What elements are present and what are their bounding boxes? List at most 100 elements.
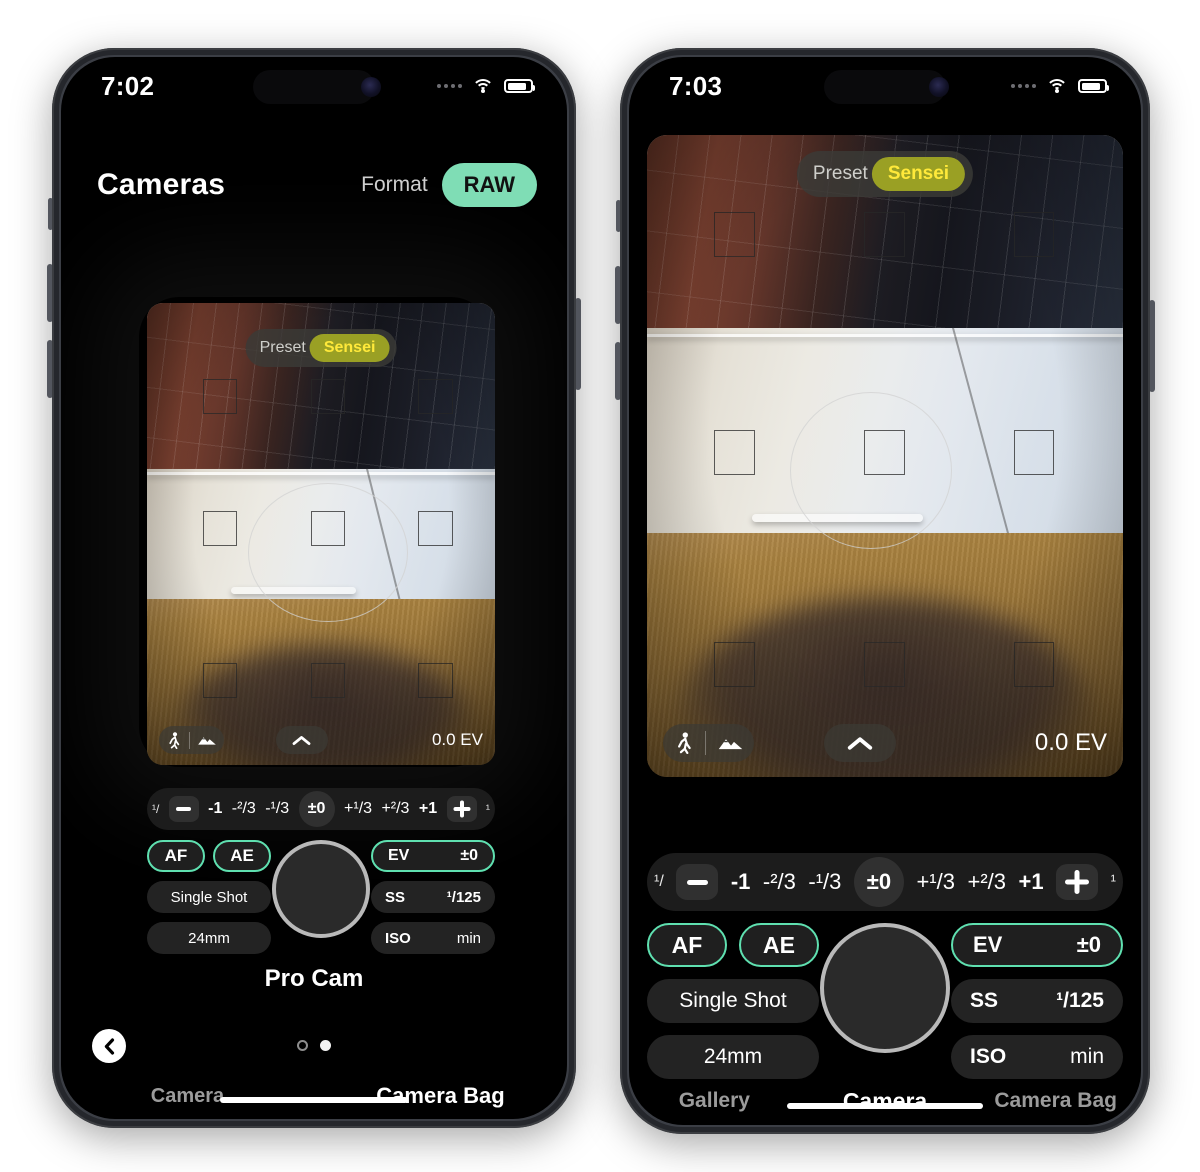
ae-button[interactable]: AE <box>213 840 271 872</box>
dynamic-island <box>824 70 946 104</box>
power-button[interactable] <box>1149 300 1155 392</box>
ev-tick[interactable]: +¹/3 <box>916 869 955 895</box>
ev-tick[interactable]: +¹/3 <box>344 800 372 818</box>
tab-gallery[interactable]: Gallery <box>629 1089 800 1113</box>
ae-button[interactable]: AE <box>739 923 819 967</box>
ev-increase-button[interactable] <box>1056 864 1099 900</box>
focus-square <box>864 212 905 257</box>
tab-camera[interactable]: Camera <box>61 1085 314 1108</box>
home-indicator[interactable] <box>220 1097 408 1103</box>
app-header-left: Cameras Format RAW <box>97 161 537 209</box>
iso-key: ISO <box>970 1045 1007 1068</box>
format-label: Format <box>361 173 428 196</box>
status-time: 7:02 <box>101 70 155 101</box>
wifi-icon <box>472 78 494 94</box>
chevron-up-icon <box>293 735 311 745</box>
ev-tick-selected[interactable]: ±0 <box>853 857 904 907</box>
focus-square <box>418 379 454 414</box>
volume-up-button[interactable] <box>615 266 621 324</box>
page-indicator <box>61 1040 567 1051</box>
expand-controls-button-left[interactable] <box>275 726 328 754</box>
battery-icon <box>1078 79 1109 93</box>
shutter-button[interactable] <box>820 923 950 1053</box>
shutter-button[interactable] <box>272 840 370 938</box>
ev-increase-button[interactable] <box>446 796 477 822</box>
ev-tick[interactable]: -1 <box>208 800 222 818</box>
volume-up-button[interactable] <box>47 264 53 322</box>
af-button[interactable]: AF <box>147 840 205 872</box>
ev-tick[interactable]: -¹/3 <box>265 800 289 818</box>
focus-square <box>713 430 755 476</box>
ss-key: SS <box>385 888 406 906</box>
landscape-icon[interactable] <box>190 726 224 754</box>
iso-key: ISO <box>385 929 411 947</box>
viewfinder-right[interactable]: Preset Sensei 0.0 EV <box>647 135 1123 777</box>
wifi-icon <box>1046 78 1068 94</box>
person-walking-icon[interactable] <box>663 724 705 762</box>
ev-tick[interactable]: -1 <box>731 869 751 895</box>
focus-square <box>1013 642 1055 688</box>
preset-label: Preset <box>259 339 306 356</box>
ev-control[interactable]: EV ±0 <box>951 923 1123 967</box>
ev-tick[interactable]: +²/3 <box>967 869 1006 895</box>
camera-name: Pro Cam <box>264 965 364 992</box>
landscape-icon[interactable] <box>706 724 754 762</box>
screenshot-canvas: 7:02 Cameras Format RAW Preset Sensei 0.… <box>0 0 1200 1172</box>
iso-control[interactable]: ISO min <box>951 1035 1123 1079</box>
home-indicator[interactable] <box>787 1103 983 1109</box>
preset-selector-left[interactable]: Preset Sensei <box>245 329 397 367</box>
ev-tick[interactable]: +²/3 <box>381 800 409 818</box>
iso-value: min <box>1070 1045 1104 1068</box>
viewfinder-left[interactable]: Preset Sensei 0.0 EV <box>147 303 495 765</box>
mode-segment-left[interactable] <box>159 726 224 754</box>
ev-tick[interactable]: -¹/3 <box>808 869 841 895</box>
af-button[interactable]: AF <box>647 923 727 967</box>
status-bar-left: 7:02 <box>61 57 567 115</box>
mode-segment-right[interactable] <box>663 724 754 762</box>
dynamic-island <box>253 70 375 104</box>
ev-decrease-button[interactable] <box>168 796 199 822</box>
shutter-speed-control[interactable]: SS ¹/125 <box>951 979 1123 1023</box>
focus-square <box>310 379 346 414</box>
ev-tick[interactable]: +1 <box>1019 869 1044 895</box>
ev-tick[interactable]: +1 <box>419 800 437 818</box>
ev-control-value: ±0 <box>460 847 478 864</box>
tab-camera-bag[interactable]: Camera Bag <box>314 1083 567 1109</box>
silent-switch[interactable] <box>48 198 53 230</box>
lens-button[interactable]: 24mm <box>147 922 271 954</box>
camera-controls-left: AF AE Single Shot 24mm EV ±0 SS ¹/125 IS… <box>147 840 495 954</box>
page-dot[interactable] <box>297 1040 308 1051</box>
ev-decrease-button[interactable] <box>676 864 719 900</box>
power-button[interactable] <box>575 298 581 390</box>
ev-tick[interactable]: -²/3 <box>763 869 796 895</box>
preset-value[interactable]: Sensei <box>309 334 390 362</box>
volume-down-button[interactable] <box>47 340 53 398</box>
expand-controls-button-right[interactable] <box>823 724 896 762</box>
page-title: Cameras <box>97 168 226 201</box>
ss-value: ¹/125 <box>446 888 481 906</box>
ev-scale-right[interactable]: ¹/ -1 -²/3 -¹/3 ±0 +¹/3 +²/3 +1 ¹ <box>647 853 1123 911</box>
volume-down-button[interactable] <box>615 342 621 400</box>
preset-value[interactable]: Sensei <box>871 157 966 191</box>
tab-camera-bag[interactable]: Camera Bag <box>970 1089 1141 1113</box>
ev-scale-left[interactable]: ¹/ -1 -²/3 -¹/3 ±0 +¹/3 +²/3 +1 ¹ <box>147 788 495 830</box>
ev-control[interactable]: EV ±0 <box>371 840 495 872</box>
focus-square <box>713 212 755 257</box>
shutter-speed-control[interactable]: SS ¹/125 <box>371 881 495 913</box>
person-walking-icon[interactable] <box>159 726 189 754</box>
preset-selector-right[interactable]: Preset Sensei <box>796 151 974 197</box>
cellular-dots-icon <box>437 84 462 88</box>
iso-control[interactable]: ISO min <box>371 922 495 954</box>
tab-camera[interactable]: Camera <box>800 1088 971 1115</box>
viewfinder-bottom-bar-left: 0.0 EV <box>147 726 495 765</box>
format-raw-button[interactable]: RAW <box>441 163 537 207</box>
lens-button[interactable]: 24mm <box>647 1035 819 1079</box>
silent-switch[interactable] <box>616 200 621 232</box>
status-indicators <box>437 78 535 94</box>
drive-mode-button[interactable]: Single Shot <box>647 979 819 1023</box>
ev-tick-selected[interactable]: ±0 <box>298 791 335 827</box>
phone-right: 7:03 Preset Sensei 0.0 EV ¹/ -1 -²/3 -¹/… <box>615 48 1155 1134</box>
drive-mode-button[interactable]: Single Shot <box>147 881 271 913</box>
ev-tick[interactable]: -²/3 <box>232 800 256 818</box>
page-dot-active[interactable] <box>320 1040 331 1051</box>
